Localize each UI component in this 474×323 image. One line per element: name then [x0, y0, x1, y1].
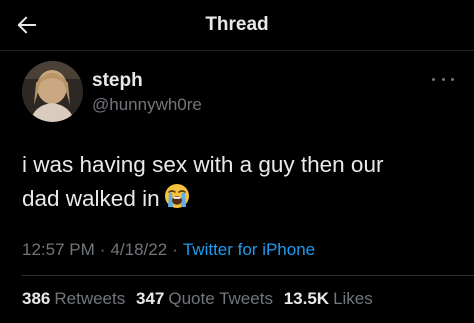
retweets-label: Retweets: [54, 289, 126, 308]
divider: [22, 275, 474, 276]
likes-label: Likes: [333, 289, 373, 308]
retweets-count: 386: [22, 289, 51, 308]
quote-tweets-label: Quote Tweets: [168, 289, 273, 308]
more-options-button[interactable]: [432, 74, 454, 84]
avatar[interactable]: [22, 61, 83, 122]
tweet-body: i was having sex with a guy then our dad…: [22, 152, 384, 211]
top-bar: Thread: [0, 0, 474, 51]
loudly-crying-face-icon: [164, 184, 189, 208]
tweet-date: 4/18/22: [110, 240, 168, 259]
user-handle[interactable]: @hunnywh0re: [92, 95, 202, 115]
display-name[interactable]: steph: [92, 70, 143, 92]
tweet-metadata: 12:57 PM · 4/18/22 · Twitter for iPhone: [22, 240, 316, 259]
tweet-source-link[interactable]: Twitter for iPhone: [183, 240, 315, 259]
tweet-text: i was having sex with a guy then our dad…: [22, 148, 452, 216]
page-title: Thread: [205, 14, 269, 35]
more-horizontal-icon: [432, 77, 435, 81]
avatar-image: [22, 61, 83, 122]
quote-tweets-count: 347: [135, 289, 165, 308]
quote-tweets-stat[interactable]: 347 Quote Tweets: [136, 289, 273, 308]
retweets-stat[interactable]: 386 Retweets: [22, 289, 125, 308]
likes-count: 13.5K: [283, 289, 330, 308]
likes-stat[interactable]: 13.5K Likes: [284, 289, 373, 308]
tweet-time: 12:57 PM: [22, 240, 95, 259]
engagement-stats: 386 Retweets 347 Quote Tweets 13.5K Likes: [22, 289, 379, 309]
